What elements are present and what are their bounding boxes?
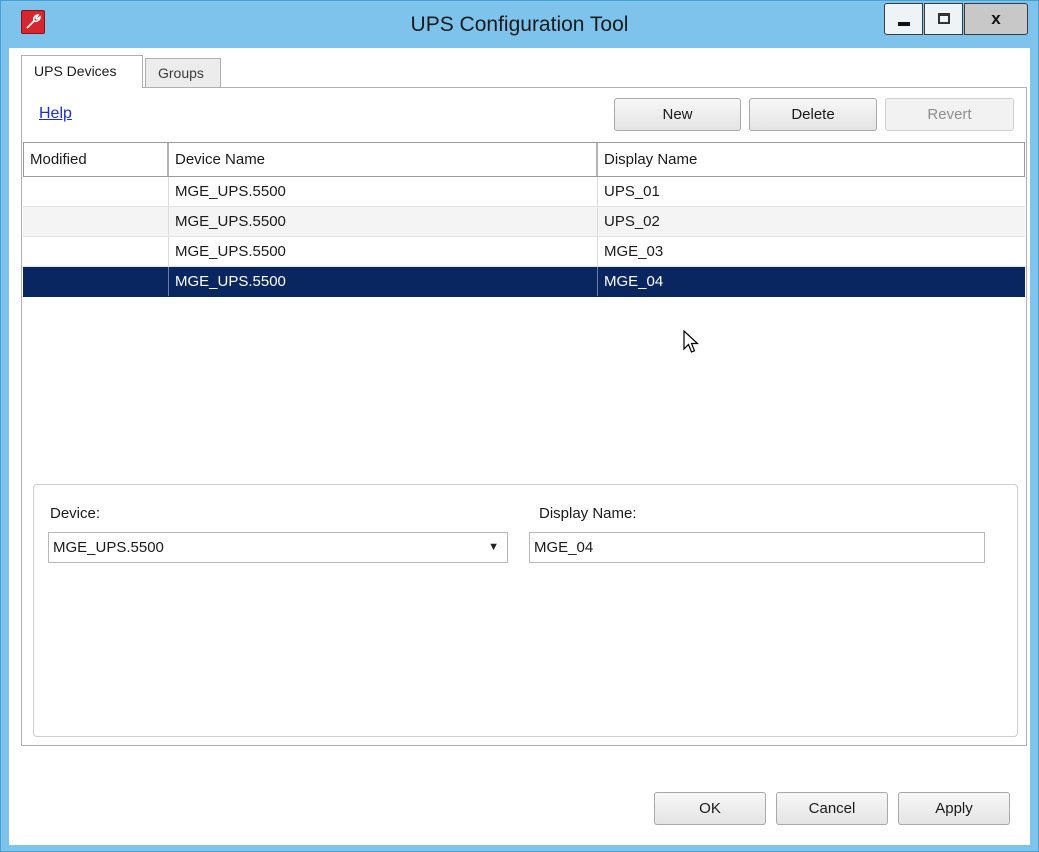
maximize-button[interactable] — [924, 3, 963, 35]
modified-cell — [23, 177, 168, 206]
devices-table[interactable]: Modified Device Name Display Name MGE_UP… — [23, 142, 1025, 470]
device-name-cell: MGE_UPS.5500 — [168, 207, 597, 236]
cancel-button[interactable]: Cancel — [776, 792, 888, 825]
modified-cell — [23, 207, 168, 236]
delete-button[interactable]: Delete — [749, 98, 877, 131]
display-name-label: Display Name: — [539, 505, 637, 522]
device-name-cell: MGE_UPS.5500 — [168, 177, 597, 206]
modified-cell — [23, 237, 168, 266]
table-row-selected[interactable]: MGE_UPS.5500 MGE_04 — [23, 267, 1025, 297]
minimize-icon — [898, 22, 910, 26]
window-title: UPS Configuration Tool — [410, 13, 629, 36]
device-details-group: Device: MGE_UPS.5500 ▼ Display Name: — [33, 484, 1018, 737]
client-area: UPS Devices Groups Help New Delete Rever… — [9, 48, 1030, 845]
device-label: Device: — [50, 505, 101, 522]
chevron-down-icon[interactable]: ▼ — [488, 533, 499, 562]
ok-button[interactable]: OK — [654, 792, 766, 825]
mouse-cursor-icon — [683, 330, 700, 353]
device-name-cell: MGE_UPS.5500 — [168, 237, 597, 266]
display-name-field[interactable] — [529, 532, 985, 563]
column-header-modified[interactable]: Modified — [23, 143, 168, 176]
apply-button[interactable]: Apply — [898, 792, 1010, 825]
table-header: Modified Device Name Display Name — [23, 142, 1025, 177]
display-name-cell: UPS_01 — [597, 177, 1025, 206]
close-button[interactable]: x — [964, 3, 1028, 35]
title-bar[interactable]: UPS Configuration Tool x — [1, 1, 1038, 48]
app-window: UPS Configuration Tool x UPS Devices Gro… — [0, 0, 1039, 852]
minimize-button[interactable] — [884, 3, 923, 35]
display-name-cell: UPS_02 — [597, 207, 1025, 236]
device-dropdown-value: MGE_UPS.5500 — [53, 539, 164, 556]
table-row[interactable]: MGE_UPS.5500 UPS_02 — [23, 207, 1025, 237]
help-link[interactable]: Help — [39, 105, 72, 123]
close-icon: x — [991, 9, 1001, 28]
revert-button[interactable]: Revert — [885, 98, 1014, 131]
new-button[interactable]: New — [614, 98, 741, 131]
maximize-icon — [938, 13, 950, 24]
column-header-display-name[interactable]: Display Name — [597, 143, 1025, 176]
column-header-device-name[interactable]: Device Name — [168, 143, 597, 176]
tab-groups[interactable]: Groups — [145, 58, 221, 88]
tab-ups-devices[interactable]: UPS Devices — [21, 55, 143, 88]
display-name-cell: MGE_04 — [597, 267, 1025, 296]
device-name-cell: MGE_UPS.5500 — [168, 267, 597, 296]
table-row[interactable]: MGE_UPS.5500 MGE_03 — [23, 237, 1025, 267]
table-row[interactable]: MGE_UPS.5500 UPS_01 — [23, 177, 1025, 207]
modified-cell — [23, 267, 168, 296]
display-name-cell: MGE_03 — [597, 237, 1025, 266]
device-dropdown[interactable]: MGE_UPS.5500 ▼ — [48, 532, 508, 563]
